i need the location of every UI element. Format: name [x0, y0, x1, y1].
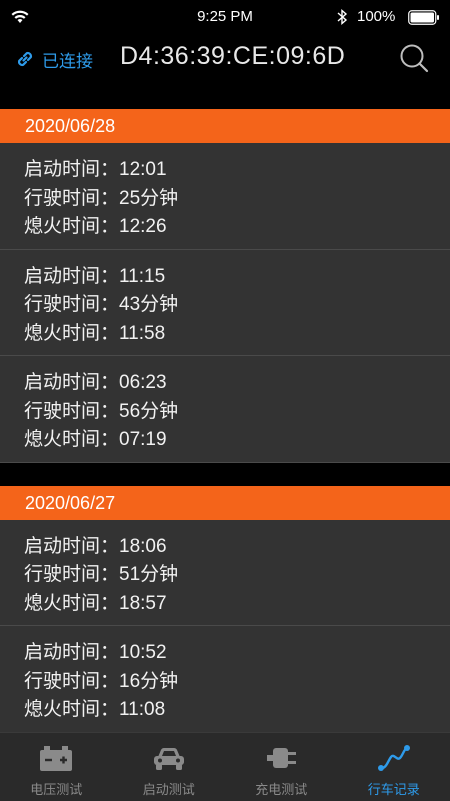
date-header: 2020/06/28: [0, 109, 450, 143]
battery-status-icon: [408, 10, 440, 25]
drive-time-value: 25分钟: [119, 188, 178, 209]
car-icon: [151, 743, 187, 773]
start-time-value: 12:01: [119, 159, 167, 180]
status-bar: 9:25 PM 100%: [0, 0, 450, 34]
start-time-row: 启动时间：18:06: [24, 532, 450, 561]
start-time-value: 11:15: [119, 266, 165, 287]
battery-icon: [38, 743, 74, 773]
start-time-label: 启动时间：: [24, 265, 119, 287]
drive-time-row: 行驶时间：25分钟: [24, 184, 450, 213]
drive-time-value: 43分钟: [119, 294, 178, 315]
tab-label: 充电测试: [255, 779, 307, 798]
stop-time-value: 07:19: [119, 429, 167, 450]
bottom-tab-bar: 电压测试 启动测试 充电测试 行车记录: [0, 732, 450, 801]
drive-time-label: 行驶时间：: [24, 563, 119, 585]
start-time-row: 启动时间：10:52: [24, 638, 450, 667]
start-time-row: 启动时间：11:15: [24, 262, 450, 291]
trip-record[interactable]: 启动时间：06:23 行驶时间：56分钟 熄火时间：07:19: [0, 356, 450, 463]
stop-time-label: 熄火时间：: [24, 592, 119, 614]
stop-time-row: 熄火时间：12:26: [24, 212, 450, 241]
trip-record[interactable]: 启动时间：12:01 行驶时间：25分钟 熄火时间：12:26: [0, 143, 450, 250]
tab-charge-test[interactable]: 充电测试: [225, 733, 338, 801]
drive-time-row: 行驶时间：43分钟: [24, 290, 450, 319]
drive-time-label: 行驶时间：: [24, 187, 119, 209]
drive-time-label: 行驶时间：: [24, 400, 119, 422]
drive-time-row: 行驶时间：56分钟: [24, 397, 450, 426]
device-id: D4:36:39:CE:09:6D: [120, 42, 345, 71]
stop-time-row: 熄火时间：07:19: [24, 425, 450, 454]
stop-time-label: 熄火时间：: [24, 698, 119, 720]
tab-trip-records[interactable]: 行车记录: [338, 733, 450, 801]
tab-start-test[interactable]: 启动测试: [113, 733, 226, 801]
bluetooth-icon: [335, 8, 349, 26]
stop-time-label: 熄火时间：: [24, 322, 119, 344]
tab-voltage-test[interactable]: 电压测试: [0, 733, 113, 801]
trip-record[interactable]: 启动时间：11:15 行驶时间：43分钟 熄火时间：11:58: [0, 250, 450, 357]
day-group: 2020/06/27 启动时间：18:06 行驶时间：51分钟 熄火时间：18:…: [0, 486, 450, 733]
start-time-row: 启动时间：06:23: [24, 368, 450, 397]
day-group: 2020/06/28 启动时间：12:01 行驶时间：25分钟 熄火时间：12:…: [0, 109, 450, 463]
start-time-label: 启动时间：: [24, 158, 119, 180]
trip-record[interactable]: 启动时间：10:52 行驶时间：16分钟 熄火时间：11:08: [0, 626, 450, 732]
wave-icon: [376, 743, 412, 773]
connection-status[interactable]: 已连接: [14, 46, 93, 72]
stop-time-label: 熄火时间：: [24, 428, 119, 450]
start-time-value: 06:23: [119, 372, 167, 393]
tab-label: 启动测试: [143, 779, 195, 798]
drive-time-value: 56分钟: [119, 401, 178, 422]
start-time-value: 10:52: [119, 642, 167, 663]
stop-time-label: 熄火时间：: [24, 215, 119, 237]
start-time-row: 启动时间：12:01: [24, 155, 450, 184]
stop-time-value: 18:57: [119, 593, 167, 614]
drive-time-row: 行驶时间：16分钟: [24, 667, 450, 696]
drive-time-row: 行驶时间：51分钟: [24, 560, 450, 589]
stop-time-value: 11:58: [119, 323, 165, 344]
battery-percent: 100%: [357, 8, 395, 25]
start-time-value: 18:06: [119, 536, 167, 557]
tab-label: 行车记录: [368, 779, 420, 798]
trip-records-list[interactable]: 2020/06/28 启动时间：12:01 行驶时间：25分钟 熄火时间：12:…: [0, 86, 450, 732]
connection-label: 已连接: [42, 47, 93, 72]
search-icon[interactable]: [398, 42, 430, 74]
tab-label: 电压测试: [30, 779, 82, 798]
app-header: 已连接 D4:36:39:CE:09:6D: [0, 34, 450, 86]
plug-icon: [263, 743, 299, 773]
link-icon: [14, 48, 36, 70]
start-time-label: 启动时间：: [24, 641, 119, 663]
drive-time-label: 行驶时间：: [24, 670, 119, 692]
drive-time-value: 16分钟: [119, 671, 178, 692]
stop-time-value: 11:08: [119, 699, 165, 720]
drive-time-value: 51分钟: [119, 564, 178, 585]
date-header: 2020/06/27: [0, 486, 450, 520]
trip-record[interactable]: 启动时间：18:06 行驶时间：51分钟 熄火时间：18:57: [0, 520, 450, 627]
stop-time-row: 熄火时间：11:08: [24, 695, 450, 724]
drive-time-label: 行驶时间：: [24, 293, 119, 315]
stop-time-row: 熄火时间：11:58: [24, 319, 450, 348]
stop-time-value: 12:26: [119, 216, 167, 237]
stop-time-row: 熄火时间：18:57: [24, 589, 450, 618]
start-time-label: 启动时间：: [24, 535, 119, 557]
start-time-label: 启动时间：: [24, 371, 119, 393]
